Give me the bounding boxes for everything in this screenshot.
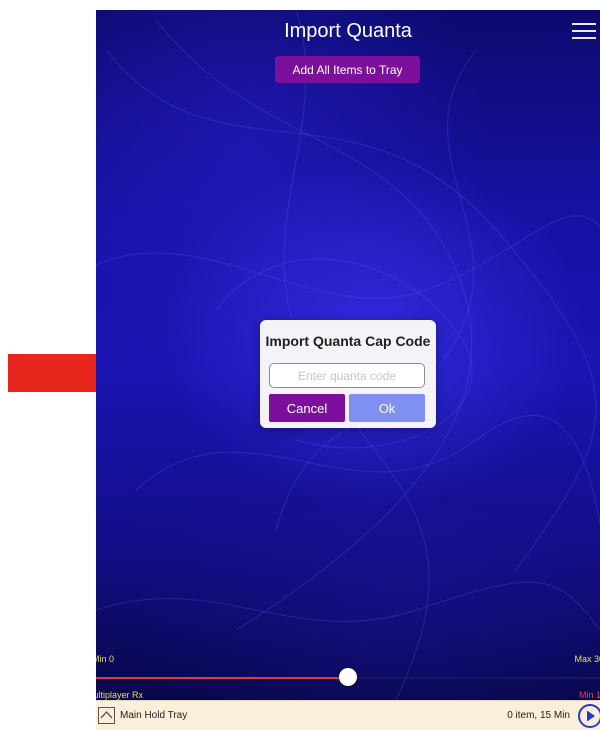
ok-button[interactable]: Ok (349, 394, 425, 422)
hamburger-menu-icon[interactable] (570, 18, 600, 44)
cancel-button[interactable]: Cancel (269, 394, 345, 422)
add-all-items-button[interactable]: Add All Items to Tray (275, 56, 420, 83)
slider-thumb[interactable] (339, 668, 357, 686)
chevron-up-icon[interactable] (98, 707, 115, 724)
slider-track-filled (96, 677, 349, 679)
page-title: Import Quanta (284, 20, 412, 42)
main-hold-tray-bar: Main Hold Tray 0 item, 15 Min (96, 700, 600, 730)
slider-current-label: Min 15 (578, 690, 600, 700)
quanta-code-input[interactable] (269, 363, 425, 388)
slider-track (349, 677, 600, 679)
multiplayer-label: Multiplayer Rx (96, 690, 144, 700)
slider-min-label: Min 0 (96, 654, 115, 664)
import-code-dialog: Import Quanta Cap Code Cancel Ok (260, 320, 436, 428)
slider-max-label: Max 30 (574, 654, 600, 664)
tray-status: 0 item, 15 Min (507, 710, 570, 721)
tray-title: Main Hold Tray (120, 710, 188, 721)
app-screen: Import Quanta Add All Items to Tray Impo… (96, 10, 600, 730)
dialog-title: Import Quanta Cap Code (265, 333, 431, 349)
play-icon[interactable] (578, 704, 600, 728)
